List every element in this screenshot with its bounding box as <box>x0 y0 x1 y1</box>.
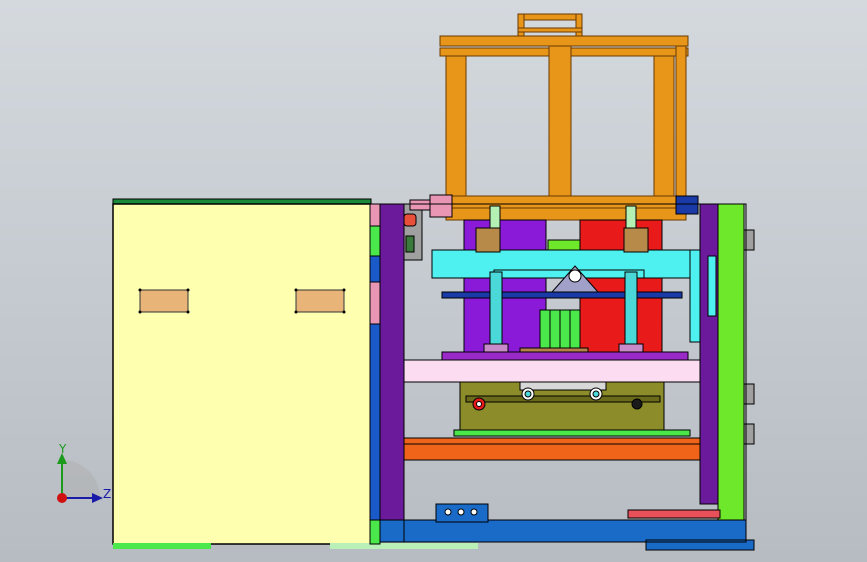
z-axis-label: Z <box>103 487 112 501</box>
y-axis-label: Y <box>59 442 67 456</box>
panel-window-right <box>294 288 346 314</box>
die-block <box>453 381 691 437</box>
orange-lifting-frame <box>439 13 689 221</box>
central-press-mechanism <box>431 205 717 361</box>
cad-viewport[interactable]: Y Z <box>0 0 867 562</box>
machine-assembly-drawing <box>112 13 755 551</box>
lower-crossbar <box>403 437 721 461</box>
triad-axes-icon <box>57 453 103 503</box>
panel-window-left <box>138 288 190 314</box>
coordinate-triad: Y Z <box>40 440 120 520</box>
slide-bar <box>403 359 721 383</box>
